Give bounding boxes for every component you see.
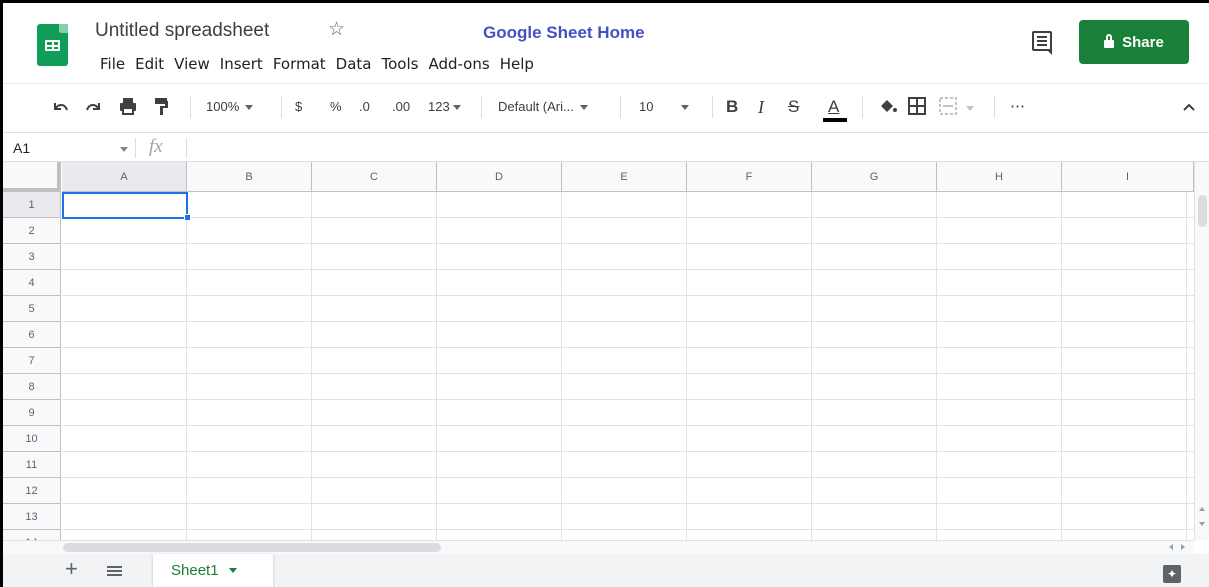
column-header-f[interactable]: F <box>687 162 812 192</box>
menu-insert[interactable]: Insert <box>215 55 268 73</box>
menu-view[interactable]: View <box>169 55 215 73</box>
row-header[interactable]: 6 <box>3 322 61 348</box>
toolbar-divider <box>281 96 282 118</box>
menu-format[interactable]: Format <box>268 55 331 73</box>
toolbar-divider <box>481 96 482 118</box>
menu-add-ons[interactable]: Add-ons <box>423 55 494 73</box>
column-header-g[interactable]: G <box>812 162 937 192</box>
spreadsheet-grid: A B C D E F G H I 1 2 3 4 5 6 7 8 9 10 1… <box>3 162 1194 540</box>
currency-format-button[interactable]: $ <box>295 97 302 117</box>
fill-color-icon[interactable] <box>878 98 898 116</box>
paint-format-icon[interactable] <box>153 96 169 116</box>
row-header[interactable]: 11 <box>3 452 61 478</box>
decrease-decimals-button[interactable]: .0 <box>359 97 370 117</box>
text-color-button[interactable]: A <box>828 97 839 117</box>
row-header[interactable]: 9 <box>3 400 61 426</box>
sheet-tab[interactable]: Sheet1 <box>153 554 273 587</box>
app-header: Untitled spreadsheet ☆ Google Sheet Home… <box>3 3 1209 83</box>
lock-icon <box>1104 34 1115 48</box>
all-sheets-icon[interactable] <box>107 566 122 577</box>
toolbar: 100% $ % .0 .00 123 Default (Ari... 10 B… <box>3 83 1209 130</box>
zoom-select[interactable]: 100% <box>206 97 254 117</box>
scroll-down-icon[interactable] <box>1199 522 1205 526</box>
row-header[interactable]: 5 <box>3 296 61 322</box>
column-header-e[interactable]: E <box>562 162 687 192</box>
row-header[interactable]: 8 <box>3 374 61 400</box>
add-sheet-icon[interactable]: + <box>65 556 78 582</box>
increase-decimals-button[interactable]: .00 <box>392 97 410 117</box>
vertical-scrollbar[interactable] <box>1194 162 1209 540</box>
sheet-tab-label: Sheet1 <box>171 562 219 579</box>
toolbar-divider <box>190 96 191 118</box>
explore-icon[interactable]: ✦ <box>1163 565 1181 583</box>
merge-cells-icon[interactable] <box>939 97 957 115</box>
formula-divider <box>186 138 187 158</box>
font-size-select[interactable]: 10 <box>639 97 690 117</box>
formula-divider <box>135 138 136 158</box>
name-box[interactable]: A1 <box>13 140 30 156</box>
horizontal-scrollbar[interactable] <box>3 540 1194 554</box>
column-header-b[interactable]: B <box>187 162 312 192</box>
scroll-left-icon[interactable] <box>1169 544 1173 550</box>
row-header[interactable]: 1 <box>3 192 61 218</box>
comments-icon[interactable] <box>1032 31 1052 55</box>
collapse-toolbar-icon[interactable] <box>1182 102 1196 112</box>
menu-help[interactable]: Help <box>495 55 539 73</box>
fill-handle[interactable] <box>184 214 191 221</box>
fx-icon: fx <box>149 136 163 157</box>
star-icon[interactable]: ☆ <box>328 18 345 41</box>
more-options-button[interactable]: ⋯ <box>1010 97 1025 117</box>
menu-data[interactable]: Data <box>331 55 377 73</box>
vertical-scroll-thumb[interactable] <box>1198 195 1207 227</box>
toolbar-divider <box>994 96 995 118</box>
document-title[interactable]: Untitled spreadsheet <box>95 20 269 42</box>
scroll-right-icon[interactable] <box>1181 544 1185 550</box>
share-button[interactable]: Share <box>1079 20 1189 64</box>
row-header[interactable]: 3 <box>3 244 61 270</box>
merge-cells-caret-icon[interactable] <box>966 106 974 111</box>
share-label: Share <box>1122 33 1164 51</box>
row-header[interactable]: 12 <box>3 478 61 504</box>
font-family-select[interactable]: Default (Ari... <box>498 97 588 117</box>
column-header-c[interactable]: C <box>312 162 437 192</box>
text-color-swatch <box>823 118 847 122</box>
cell-grid[interactable] <box>62 192 1194 540</box>
redo-icon[interactable] <box>85 99 103 115</box>
row-header[interactable]: 14 <box>3 530 61 540</box>
formula-bar: A1 fx <box>3 132 1209 162</box>
sheet-tab-caret-icon[interactable] <box>228 568 237 573</box>
percent-format-button[interactable]: % <box>330 97 342 117</box>
row-header[interactable]: 4 <box>3 270 61 296</box>
selected-cell[interactable] <box>62 192 188 219</box>
horizontal-scroll-thumb[interactable] <box>63 543 441 552</box>
column-header-i[interactable]: I <box>1062 162 1194 192</box>
column-header-h[interactable]: H <box>937 162 1062 192</box>
toolbar-divider <box>862 96 863 118</box>
select-all-corner[interactable] <box>3 162 61 192</box>
italic-button[interactable]: I <box>758 97 764 117</box>
print-icon[interactable] <box>118 96 138 116</box>
row-header[interactable]: 2 <box>3 218 61 244</box>
row-header[interactable]: 13 <box>3 504 61 530</box>
sheet-bar: + Sheet1 ✦ <box>3 554 1209 587</box>
menu-tools[interactable]: Tools <box>377 55 424 73</box>
strikethrough-button[interactable]: S <box>788 97 799 117</box>
column-header-d[interactable]: D <box>437 162 562 192</box>
menu-bar: File Edit View Insert Format Data Tools … <box>95 55 539 73</box>
toolbar-divider <box>712 96 713 118</box>
google-sheet-home-link[interactable]: Google Sheet Home <box>483 23 645 43</box>
sheets-logo-icon[interactable] <box>37 24 68 66</box>
scroll-up-icon[interactable] <box>1199 507 1205 511</box>
more-formats-select[interactable]: 123 <box>428 97 461 117</box>
menu-edit[interactable]: Edit <box>130 55 169 73</box>
row-header[interactable]: 10 <box>3 426 61 452</box>
toolbar-divider <box>620 96 621 118</box>
name-box-caret-icon[interactable] <box>120 147 128 152</box>
bold-button[interactable]: B <box>726 97 738 117</box>
column-header-a[interactable]: A <box>62 162 187 192</box>
menu-file[interactable]: File <box>95 55 130 73</box>
undo-icon[interactable] <box>51 99 69 115</box>
row-header[interactable]: 7 <box>3 348 61 374</box>
borders-icon[interactable] <box>908 97 926 115</box>
